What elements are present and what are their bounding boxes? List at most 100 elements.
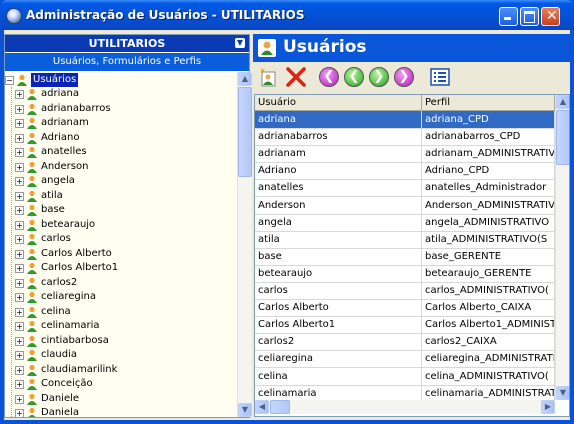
cell-usuario[interactable]: carlos <box>255 282 422 300</box>
table-scroll-left-button[interactable]: ◀ <box>255 400 269 414</box>
collapse-icon[interactable]: − <box>5 76 14 85</box>
cell-perfil[interactable]: celina_ADMINISTRATIVO( <box>422 367 555 386</box>
cell-perfil[interactable]: carlos2_CAIXA <box>422 333 555 352</box>
expand-icon[interactable]: + <box>15 235 24 244</box>
new-button[interactable]: ✶ <box>257 66 279 88</box>
table-row[interactable]: carlos carlos_ADMINISTRATIVO( <box>255 282 555 300</box>
cell-usuario[interactable]: anatelles <box>255 179 422 198</box>
cell-usuario[interactable]: Carlos Alberto1 <box>255 316 422 335</box>
expand-icon[interactable]: + <box>15 206 24 215</box>
cell-perfil[interactable]: celiaregina_ADMINISTRATIVO <box>422 350 555 369</box>
expand-icon[interactable]: + <box>15 409 24 417</box>
cell-usuario[interactable]: Adriano <box>255 162 422 181</box>
cell-usuario[interactable]: carlos2 <box>255 333 422 352</box>
table-row[interactable]: angela angela_ADMINISTRATIVO <box>255 213 555 232</box>
cell-usuario[interactable]: adriana <box>255 111 422 129</box>
expand-icon[interactable]: + <box>15 119 24 128</box>
expand-icon[interactable]: + <box>15 249 24 259</box>
expand-icon[interactable]: + <box>15 191 24 201</box>
table-scroll-down-button[interactable]: ▼ <box>556 386 569 400</box>
title-bar[interactable]: Administração de Usuários - UTILITARIOS … <box>0 0 574 30</box>
expand-icon[interactable]: + <box>15 351 24 360</box>
cell-usuario[interactable]: adrianabarros <box>255 128 422 147</box>
table-row[interactable]: carlos2 carlos2_CAIXA <box>255 333 555 352</box>
expand-icon[interactable]: + <box>15 380 24 389</box>
table-row[interactable]: adrianam adrianam_ADMINISTRATIVO <box>255 145 555 164</box>
cell-perfil[interactable]: anatelles_Administrador <box>422 179 555 198</box>
close-button[interactable]: ✕ <box>541 7 560 26</box>
minimize-button[interactable] <box>499 7 518 26</box>
table-row[interactable]: Adriano Adriano_CPD <box>255 162 555 181</box>
cell-perfil[interactable]: carlos_ADMINISTRATIVO( <box>422 282 555 300</box>
cell-perfil[interactable]: betearaujo_GERENTE <box>422 264 555 283</box>
expand-icon[interactable]: + <box>15 90 24 99</box>
table-row[interactable]: Carlos Alberto1Carlos Alberto1_ADMINISTR… <box>255 316 555 335</box>
users-table[interactable]: Usuário Perfil adriana adriana_CPD adriana… <box>254 94 570 417</box>
scroll-thumb[interactable] <box>238 87 252 177</box>
expand-icon[interactable]: + <box>15 336 24 346</box>
scroll-down-button[interactable]: ▼ <box>238 403 252 417</box>
expand-icon[interactable]: + <box>15 148 24 157</box>
cell-perfil[interactable]: angela_ADMINISTRATIVO <box>422 213 555 232</box>
collapse-icon[interactable]: ▼ <box>235 38 245 48</box>
expand-icon[interactable]: + <box>15 264 24 273</box>
column-header-perfil[interactable]: Perfil <box>422 95 555 111</box>
cell-perfil[interactable]: adrianam_ADMINISTRATIVO <box>422 145 555 164</box>
cell-usuario[interactable]: Carlos Alberto <box>255 299 422 318</box>
cell-perfil[interactable]: Carlos Alberto_CAIXA <box>422 299 555 318</box>
last-record-button[interactable]: ❯ <box>393 66 415 88</box>
cell-usuario[interactable]: Anderson <box>255 196 422 215</box>
cell-perfil[interactable]: base_GERENTE <box>422 247 555 266</box>
expand-icon[interactable]: + <box>15 162 24 172</box>
cell-perfil[interactable]: atila_ADMINISTRATIVO(S <box>422 230 555 249</box>
cell-usuario[interactable]: atila <box>255 230 422 249</box>
cell-usuario[interactable]: celiaregina <box>255 350 422 369</box>
first-record-button[interactable]: ❮ <box>318 66 340 88</box>
panel-subheader[interactable]: Usuários, Formulários e Perfis <box>5 53 249 71</box>
cell-perfil[interactable]: Anderson_ADMINISTRATIVO <box>422 196 555 215</box>
scroll-up-button[interactable]: ▲ <box>238 72 252 86</box>
panel-header[interactable]: UTILITARIOS ▼ <box>5 35 249 52</box>
expand-icon[interactable]: + <box>15 307 24 317</box>
table-scroll-right-button[interactable]: ▶ <box>541 400 555 414</box>
cell-usuario[interactable]: adrianam <box>255 145 422 164</box>
expand-icon[interactable]: + <box>15 322 24 331</box>
table-row[interactable]: atila atila_ADMINISTRATIVO(S <box>255 230 555 249</box>
expand-icon[interactable]: + <box>15 278 24 288</box>
table-scroll-up-button[interactable]: ▲ <box>556 95 569 109</box>
table-row[interactable]: base base_GERENTE <box>255 247 555 266</box>
delete-button[interactable] <box>285 66 307 88</box>
previous-record-button[interactable]: ❮ <box>343 66 365 88</box>
expand-icon[interactable]: + <box>15 104 24 114</box>
cell-perfil[interactable]: Adriano_CPD <box>422 162 555 181</box>
table-vertical-scrollbar[interactable]: ▲ ▼ <box>555 95 569 400</box>
table-row[interactable]: Carlos Alberto Carlos Alberto_CAIXA <box>255 299 555 318</box>
users-tree[interactable]: − Usuários + adriana + adrianabarros + adrianam… <box>5 72 237 417</box>
cell-usuario[interactable]: angela <box>255 213 422 232</box>
table-row[interactable]: Anderson Anderson_ADMINISTRATIVO <box>255 196 555 215</box>
table-row[interactable]: adrianabarros adrianabarros_CPD <box>255 128 555 147</box>
column-header-usuario[interactable]: Usuário <box>255 95 422 111</box>
cell-usuario[interactable]: betearaujo <box>255 264 422 283</box>
table-hscroll-thumb[interactable] <box>270 400 290 414</box>
tree-vertical-scrollbar[interactable]: ▲ ▼ <box>237 72 252 417</box>
expand-icon[interactable]: + <box>15 177 24 186</box>
table-scroll-thumb[interactable] <box>556 110 569 165</box>
table-row[interactable]: celiareginaceliaregina_ADMINISTRATIVO <box>255 350 555 369</box>
expand-icon[interactable]: + <box>15 365 24 375</box>
cell-usuario[interactable]: base <box>255 247 422 266</box>
table-row[interactable]: betearaujo betearaujo_GERENTE <box>255 264 555 283</box>
maximize-button[interactable] <box>520 7 539 26</box>
table-row[interactable]: celina celina_ADMINISTRATIVO( <box>255 367 555 386</box>
table-row[interactable]: anatelles anatelles_Administrador <box>255 179 555 198</box>
cell-perfil[interactable]: Carlos Alberto1_ADMINISTRATIVO <box>422 316 555 335</box>
next-record-button[interactable]: ❯ <box>368 66 390 88</box>
expand-icon[interactable]: + <box>15 394 24 404</box>
table-row[interactable]: adriana adriana_CPD <box>255 111 555 129</box>
cell-perfil[interactable]: adrianabarros_CPD <box>422 128 555 147</box>
table-horizontal-scrollbar[interactable]: ◀ ▶ <box>255 400 555 414</box>
expand-icon[interactable]: + <box>15 220 24 230</box>
expand-icon[interactable]: + <box>15 293 24 302</box>
cell-usuario[interactable]: celina <box>255 367 422 386</box>
list-view-button[interactable] <box>429 66 451 88</box>
